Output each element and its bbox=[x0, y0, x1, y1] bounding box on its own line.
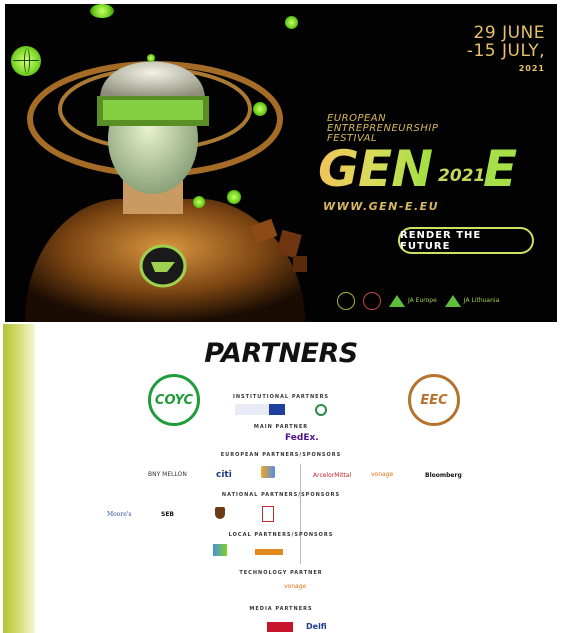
glow-orb bbox=[253, 102, 267, 116]
vonage-logo-european: vonage bbox=[371, 471, 394, 478]
eu-flag-icon bbox=[269, 404, 285, 415]
section-local: LOCAL PARTNERS/SPONSORS bbox=[228, 532, 334, 538]
date-start: 29 JUNE bbox=[473, 23, 545, 43]
glow-orb bbox=[90, 4, 114, 18]
ja-europe-label: JA Europe bbox=[408, 297, 437, 304]
ja-triangle-icon bbox=[444, 295, 461, 307]
section-technology: TECHNOLOGY PARTNER bbox=[239, 570, 323, 576]
local-partner-logo-icon bbox=[213, 544, 227, 556]
glow-orb bbox=[227, 190, 241, 204]
astronaut-illustration bbox=[25, 61, 307, 322]
fan-logo-icon bbox=[261, 466, 275, 478]
media-partner-logo-icon bbox=[267, 622, 293, 632]
moores-logo: Moore's bbox=[107, 511, 132, 518]
festival-dates: 29 JUNE -15 JULY, 2021 bbox=[467, 24, 545, 73]
fedex-logo: FedEx. bbox=[285, 433, 319, 443]
seal-icon bbox=[315, 404, 327, 416]
vonage-logo: vonage bbox=[284, 583, 307, 590]
globe-icon bbox=[11, 46, 41, 76]
section-media: MEDIA PARTNERS bbox=[249, 606, 313, 612]
eec-mini-logo-icon bbox=[363, 292, 381, 310]
gen-logo-e: E bbox=[483, 140, 518, 198]
bloomberg-logo: Bloomberg bbox=[425, 472, 462, 479]
citi-logo: citi bbox=[216, 470, 232, 480]
ja-europe-logo: JA Europe bbox=[389, 295, 437, 307]
glow-orb bbox=[285, 16, 298, 29]
date-year: 2021 bbox=[518, 64, 545, 73]
glow-orb bbox=[147, 54, 155, 62]
local-partner-wordmark bbox=[255, 549, 283, 555]
institutional-seal-logo bbox=[315, 404, 355, 416]
website-url[interactable]: WWW.GEN-E.EU bbox=[323, 200, 439, 213]
red-logo-icon bbox=[262, 506, 274, 522]
section-european: EUROPEAN PARTNERS/SPONSORS bbox=[220, 452, 342, 458]
ja-triangle-icon bbox=[389, 295, 405, 307]
column-divider bbox=[300, 464, 301, 564]
section-national: NATIONAL PARTNERS/SPONSORS bbox=[221, 492, 341, 498]
decorative-side-bar bbox=[3, 324, 35, 633]
arcelormittal-logo: ArcelorMittal bbox=[313, 472, 352, 479]
section-main-partner: MAIN PARTNER bbox=[253, 424, 309, 430]
eec-badge: EEC bbox=[408, 374, 460, 426]
gen-logo-year: 2021 bbox=[438, 166, 486, 186]
render-the-future-button[interactable]: RENDER THE FUTURE bbox=[398, 227, 534, 254]
festival-banner: 29 JUNE -15 JULY, 2021 EUROPEAN ENTREPRE… bbox=[5, 4, 557, 322]
bny-mellon-logo: BNY MELLON bbox=[148, 471, 187, 478]
date-end: -15 JULY, bbox=[466, 41, 545, 61]
coyc-badge: COYC bbox=[148, 374, 200, 426]
gen-e-mini-logo-icon bbox=[337, 292, 355, 310]
glow-orb bbox=[193, 196, 205, 208]
partners-title: PARTNERS bbox=[204, 338, 358, 369]
gen-logo-text: GEN bbox=[318, 140, 433, 198]
banner-footer-logos: JA Europe JA Lithuania bbox=[337, 292, 499, 310]
seb-logo: SEB bbox=[161, 511, 174, 518]
partners-panel: PARTNERS COYC EEC INSTITUTIONAL PARTNERS… bbox=[3, 324, 559, 633]
ups-logo-icon bbox=[215, 507, 225, 519]
ja-lithuania-label: JA Lithuania bbox=[463, 297, 500, 304]
ja-lithuania-logo: JA Lithuania bbox=[444, 295, 500, 307]
delfi-logo: Delfi bbox=[306, 622, 327, 631]
eu-flag-logo bbox=[235, 404, 285, 415]
section-institutional: INSTITUTIONAL PARTNERS bbox=[232, 394, 330, 400]
